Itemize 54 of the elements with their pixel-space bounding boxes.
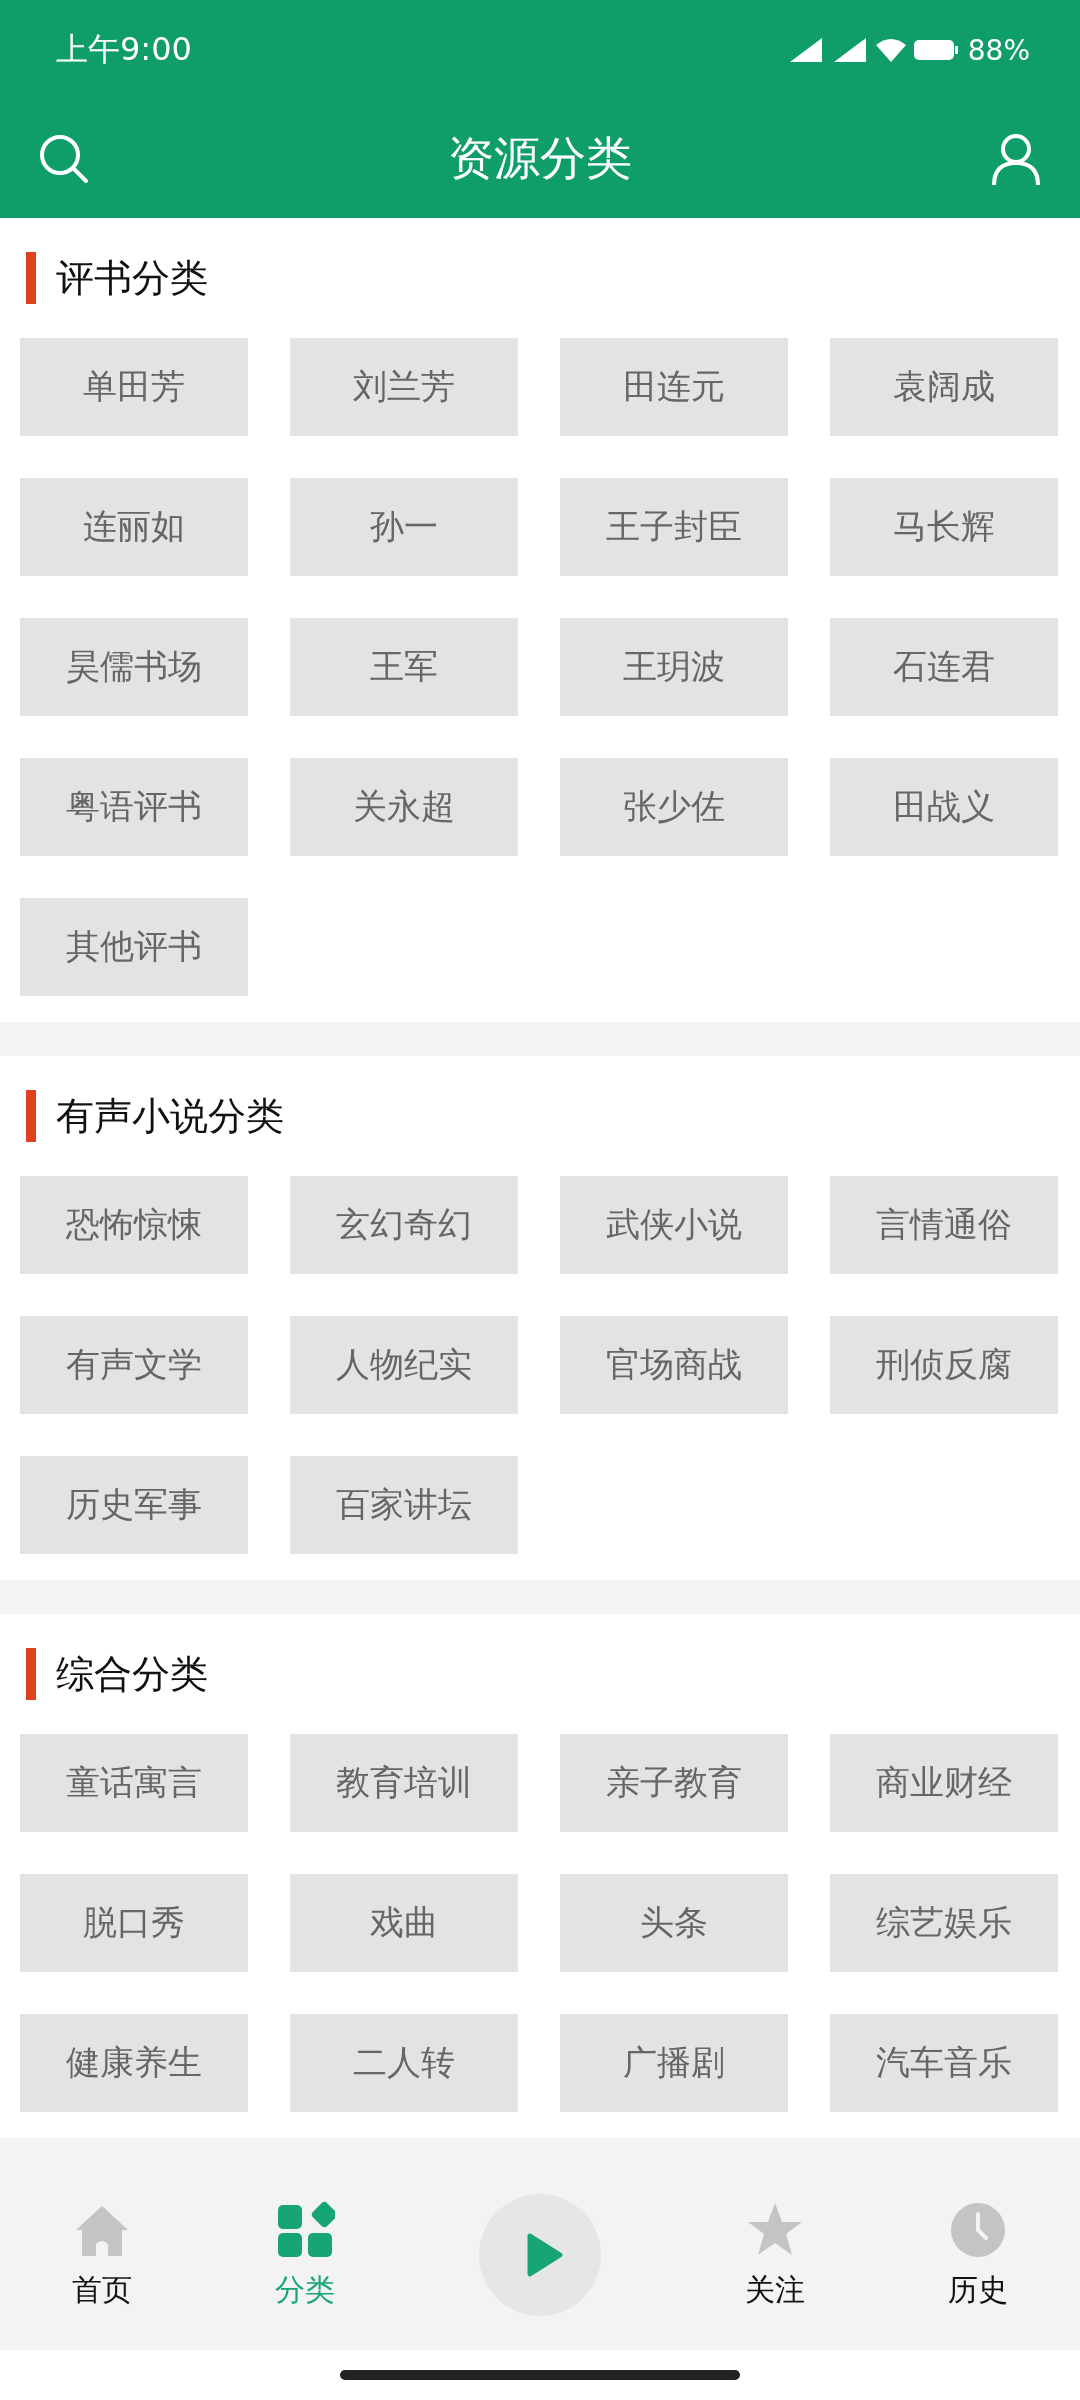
category-button[interactable]: 连丽如 — [20, 478, 248, 576]
category-button[interactable]: 孙一 — [290, 478, 518, 576]
category-button[interactable]: 广播剧 — [560, 2014, 788, 2112]
category-button[interactable]: 武侠小说 — [560, 1176, 788, 1274]
category-button[interactable]: 昊儒书场 — [20, 618, 248, 716]
category-button[interactable]: 刘兰芳 — [290, 338, 518, 436]
category-button[interactable]: 张少佐 — [560, 758, 788, 856]
category-button[interactable]: 教育培训 — [290, 1734, 518, 1832]
category-button[interactable]: 王子封臣 — [560, 478, 788, 576]
nav-tab[interactable]: 分类 — [275, 2199, 336, 2311]
category-button[interactable]: 有声文学 — [20, 1316, 248, 1414]
category-button[interactable]: 汽车音乐 — [830, 2014, 1058, 2112]
category-button[interactable]: 童话寓言 — [20, 1734, 248, 1832]
nav-tab[interactable]: 关注 — [744, 2199, 805, 2311]
category-button[interactable]: 其他评书 — [20, 898, 248, 996]
category-button[interactable]: 粤语评书 — [20, 758, 248, 856]
section-accent-bar — [26, 252, 36, 304]
category-button[interactable]: 刑侦反腐 — [830, 1316, 1058, 1414]
category-button[interactable]: 商业财经 — [830, 1734, 1058, 1832]
category-button[interactable]: 田连元 — [560, 338, 788, 436]
section-title: 有声小说分类 — [56, 1092, 284, 1140]
category-button[interactable]: 脱口秀 — [20, 1874, 248, 1972]
wifi-icon — [873, 36, 908, 64]
category-button[interactable]: 单田芳 — [20, 338, 248, 436]
category-button[interactable]: 马长辉 — [830, 478, 1058, 576]
category-button[interactable]: 石连君 — [830, 618, 1058, 716]
battery-level: 88% — [967, 33, 1030, 67]
category-button[interactable]: 历史军事 — [20, 1456, 248, 1554]
category-button[interactable]: 综艺娱乐 — [830, 1874, 1058, 1972]
category-button[interactable]: 恐怖惊悚 — [20, 1176, 248, 1274]
category-button[interactable]: 言情通俗 — [830, 1176, 1058, 1274]
category-button[interactable]: 头条 — [560, 1874, 788, 1972]
category-button[interactable]: 百家讲坛 — [290, 1456, 518, 1554]
category-button[interactable]: 关永超 — [290, 758, 518, 856]
section-accent-bar — [26, 1090, 36, 1142]
grid-icon — [275, 2199, 336, 2260]
category-button[interactable]: 健康养生 — [20, 2014, 248, 2112]
page-title: 资源分类 — [448, 130, 632, 187]
nav-tab[interactable]: 历史 — [948, 2199, 1009, 2311]
category-button[interactable]: 袁阔成 — [830, 338, 1058, 436]
nav-tab[interactable]: 首页 — [71, 2199, 132, 2311]
category-button[interactable]: 戏曲 — [290, 1874, 518, 1972]
category-button[interactable]: 官场商战 — [560, 1316, 788, 1414]
status-time: 上午9:00 — [56, 29, 192, 70]
category-button[interactable]: 王军 — [290, 618, 518, 716]
category-button[interactable]: 人物纪实 — [290, 1316, 518, 1414]
section-title: 评书分类 — [56, 254, 208, 302]
category-button[interactable]: 王玥波 — [560, 618, 788, 716]
category-button[interactable]: 二人转 — [290, 2014, 518, 2112]
category-button[interactable]: 田战义 — [830, 758, 1058, 856]
category-button[interactable]: 玄幻奇幻 — [290, 1176, 518, 1274]
section-title: 综合分类 — [56, 1650, 208, 1698]
section-accent-bar — [26, 1648, 36, 1700]
category-button[interactable]: 亲子教育 — [560, 1734, 788, 1832]
